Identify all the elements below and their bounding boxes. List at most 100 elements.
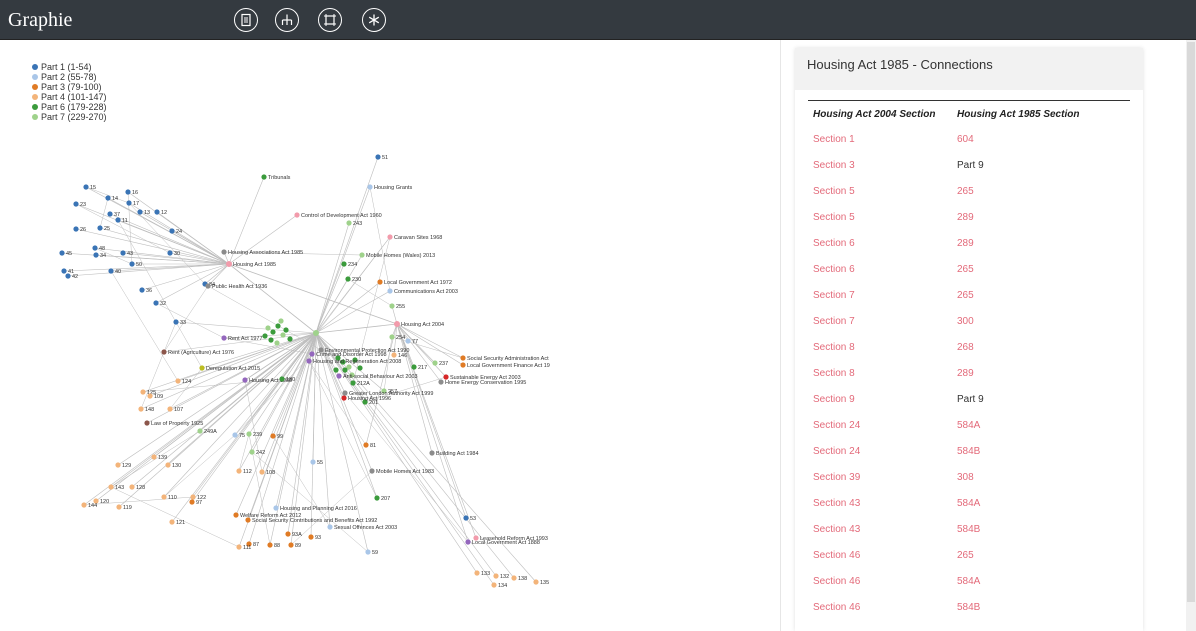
graph-node[interactable]	[365, 549, 371, 555]
section-2004-link[interactable]: Section 7	[808, 316, 957, 327]
section-2004-link[interactable]: Section 5	[808, 186, 957, 197]
graph-node[interactable]	[161, 349, 167, 355]
section-2004-link[interactable]: Section 46	[808, 576, 957, 587]
graph-node[interactable]	[387, 288, 393, 294]
graph-node[interactable]	[116, 504, 122, 510]
scrollbar[interactable]	[1186, 40, 1196, 631]
graph-node[interactable]	[265, 325, 271, 331]
network-graph[interactable]: Housing Act 1985 Housing Act 2004 15 14 16 17…	[0, 40, 780, 631]
graph-node[interactable]	[285, 531, 291, 537]
graph-node[interactable]	[199, 365, 205, 371]
graph-node[interactable]	[120, 250, 126, 256]
graph-node[interactable]	[309, 351, 315, 357]
section-1985-link[interactable]: 289	[957, 368, 1127, 379]
graph-node[interactable]	[246, 431, 252, 437]
graph-node[interactable]	[280, 332, 286, 338]
section-1985-link[interactable]: 308	[957, 472, 1127, 483]
graph-node[interactable]	[259, 469, 265, 475]
section-1985-link[interactable]: 268	[957, 342, 1127, 353]
graph-node[interactable]	[511, 575, 517, 581]
graph-node[interactable]	[232, 432, 238, 438]
graph-node[interactable]	[165, 462, 171, 468]
graph-node[interactable]	[267, 542, 273, 548]
graph-node[interactable]	[61, 268, 67, 274]
graph-node[interactable]	[275, 323, 281, 329]
graph-node[interactable]	[389, 303, 395, 309]
graph-node[interactable]	[318, 347, 324, 353]
graph-node[interactable]	[73, 201, 79, 207]
graph-node[interactable]	[140, 389, 146, 395]
graph-node[interactable]	[359, 252, 365, 258]
graph-node[interactable]	[154, 209, 160, 215]
graph-node[interactable]	[283, 327, 289, 333]
section-2004-link[interactable]: Section 6	[808, 264, 957, 275]
scrollbar-thumb[interactable]	[1187, 42, 1195, 602]
graph-node[interactable]	[92, 245, 98, 251]
graph-node[interactable]	[342, 367, 348, 373]
graph-node[interactable]	[147, 393, 153, 399]
section-1985-link[interactable]: 584B	[957, 446, 1127, 457]
graph-node[interactable]	[346, 220, 352, 226]
hierarchy-icon[interactable]	[275, 8, 299, 32]
section-2004-link[interactable]: Section 46	[808, 602, 957, 613]
graph-node[interactable]	[491, 582, 497, 588]
graph-node[interactable]	[190, 494, 196, 500]
graph-node[interactable]	[460, 355, 466, 361]
graph-node[interactable]	[443, 374, 449, 380]
graph-node[interactable]	[173, 319, 179, 325]
graph-node[interactable]	[262, 333, 268, 339]
graph-node[interactable]	[97, 225, 103, 231]
graph-node[interactable]	[245, 517, 251, 523]
graph-node[interactable]	[221, 335, 227, 341]
graph-node[interactable]	[169, 228, 175, 234]
graph-node[interactable]	[268, 337, 274, 343]
graph-node[interactable]	[389, 334, 395, 340]
graph-node[interactable]	[438, 379, 444, 385]
graph-node[interactable]	[306, 358, 312, 364]
graph-node[interactable]	[107, 211, 113, 217]
graph-node[interactable]	[189, 499, 195, 505]
graph-node[interactable]	[345, 276, 351, 282]
graph-node[interactable]	[73, 226, 79, 232]
graph-node[interactable]	[137, 209, 143, 215]
graph-node[interactable]	[153, 300, 159, 306]
graph-node[interactable]	[129, 261, 135, 267]
section-1985-link[interactable]: 584B	[957, 524, 1127, 535]
section-1985-link[interactable]: 584A	[957, 420, 1127, 431]
graph-node[interactable]	[357, 365, 363, 371]
frame-icon[interactable]	[318, 8, 342, 32]
asterisk-icon[interactable]	[362, 8, 386, 32]
graph-node[interactable]	[429, 450, 435, 456]
graph-node[interactable]	[294, 212, 300, 218]
graph-node[interactable]	[287, 336, 293, 342]
graph-node[interactable]	[341, 261, 347, 267]
graph-node[interactable]	[59, 250, 65, 256]
section-1985-link[interactable]: 265	[957, 290, 1127, 301]
graph-node[interactable]	[350, 380, 356, 386]
graph-node[interactable]	[138, 406, 144, 412]
graph-node[interactable]	[108, 484, 114, 490]
graph-node[interactable]	[115, 217, 121, 223]
section-1985-link[interactable]: 300	[957, 316, 1127, 327]
graph-node[interactable]	[411, 364, 417, 370]
graph-node[interactable]	[405, 338, 411, 344]
graph-node[interactable]	[108, 268, 114, 274]
graph-node[interactable]	[377, 279, 383, 285]
section-1985-link[interactable]: 265	[957, 264, 1127, 275]
graph-node[interactable]	[341, 395, 347, 401]
graph-node[interactable]	[242, 377, 248, 383]
graph-node[interactable]	[274, 340, 280, 346]
section-2004-link[interactable]: Section 39	[808, 472, 957, 483]
section-2004-link[interactable]: Section 43	[808, 498, 957, 509]
document-icon[interactable]	[234, 8, 258, 32]
graph-node[interactable]	[144, 420, 150, 426]
graph-node[interactable]	[463, 515, 469, 521]
graph-node[interactable]	[387, 234, 393, 240]
section-1985-link[interactable]: 584B	[957, 602, 1127, 613]
graph-node[interactable]	[261, 174, 267, 180]
graph-node[interactable]	[93, 252, 99, 258]
graph-node[interactable]	[367, 184, 373, 190]
graph-node[interactable]	[270, 433, 276, 439]
graph-node[interactable]	[369, 468, 375, 474]
section-2004-link[interactable]: Section 8	[808, 342, 957, 353]
